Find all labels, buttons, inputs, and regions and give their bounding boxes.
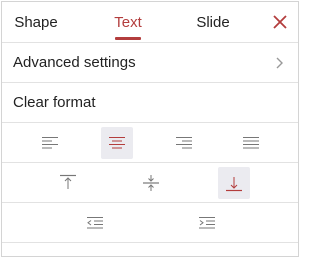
- tab-bar: Shape Text Slide: [2, 2, 298, 43]
- align-justify-button[interactable]: [235, 127, 267, 159]
- clear-format-label: Clear format: [13, 94, 96, 111]
- align-middle-button[interactable]: [135, 167, 167, 199]
- tab-shape[interactable]: Shape: [10, 2, 62, 42]
- align-top-button[interactable]: [52, 167, 84, 199]
- chevron-right-icon: [276, 57, 283, 69]
- align-justify-icon: [243, 137, 259, 149]
- tab-text[interactable]: Text: [102, 2, 154, 42]
- increase-indent-icon: [199, 217, 215, 229]
- tab-text-label: Text: [114, 13, 142, 31]
- tab-slide-label: Slide: [196, 13, 230, 31]
- align-left-icon: [42, 137, 58, 149]
- align-right-button[interactable]: [168, 127, 200, 159]
- align-middle-icon: [143, 175, 159, 191]
- vertical-alignment-row: [2, 163, 298, 203]
- text-settings-panel: Shape Text Slide Advanced settings Clear…: [1, 1, 299, 257]
- align-right-icon: [176, 137, 192, 149]
- align-bottom-icon: [226, 177, 242, 192]
- tab-slide[interactable]: Slide: [185, 2, 241, 42]
- close-button[interactable]: [268, 10, 292, 34]
- align-center-icon: [109, 137, 125, 149]
- align-bottom-button[interactable]: [218, 167, 250, 199]
- align-top-icon: [60, 174, 76, 189]
- increase-indent-button[interactable]: [191, 207, 223, 239]
- close-icon: [273, 15, 287, 29]
- advanced-settings-row[interactable]: Advanced settings: [2, 43, 298, 83]
- horizontal-alignment-row: [2, 123, 298, 163]
- advanced-settings-label: Advanced settings: [13, 54, 136, 71]
- decrease-indent-button[interactable]: [79, 207, 111, 239]
- align-center-button[interactable]: [101, 127, 133, 159]
- indent-row: [2, 203, 298, 243]
- active-tab-indicator: [115, 37, 141, 40]
- tab-shape-label: Shape: [14, 13, 58, 31]
- decrease-indent-icon: [87, 217, 103, 229]
- align-left-button[interactable]: [34, 127, 66, 159]
- clear-format-row[interactable]: Clear format: [2, 83, 298, 123]
